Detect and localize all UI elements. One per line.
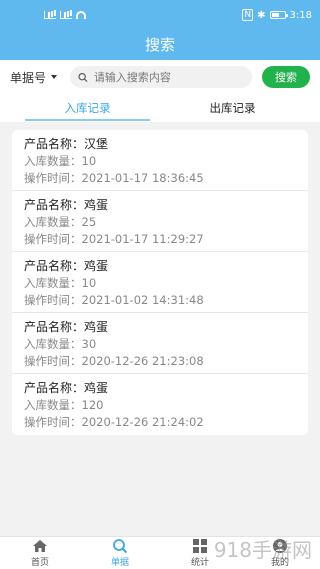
time-label: 操作时间： bbox=[24, 415, 82, 429]
grid-icon bbox=[193, 539, 207, 553]
product-name-line: 产品名称：汉堡 bbox=[24, 136, 296, 153]
time-value: 2021-01-02 14:31:48 bbox=[81, 293, 204, 307]
time-value: 2021-01-17 18:36:45 bbox=[81, 171, 204, 185]
record-list: 产品名称：汉堡 入库数量：10 操作时间：2021-01-17 18:36:45… bbox=[12, 130, 308, 435]
search-box[interactable] bbox=[70, 66, 252, 88]
nav-documents-label: 单据 bbox=[110, 558, 129, 568]
quantity-line: 入库数量：25 bbox=[24, 214, 296, 231]
time-value: 2020-12-26 21:24:02 bbox=[81, 415, 204, 429]
nav-home[interactable]: 首页 bbox=[0, 537, 80, 569]
search-row: 单据号 搜索 bbox=[0, 60, 320, 94]
nav-stats-label: 统计 bbox=[190, 558, 209, 568]
search-input[interactable] bbox=[93, 70, 244, 84]
quantity-label: 入库数量： bbox=[24, 398, 82, 412]
search-icon bbox=[78, 72, 88, 82]
status-bar: N ✱ 3:18 bbox=[0, 0, 320, 30]
time-label: 操作时间： bbox=[24, 293, 82, 307]
search-type-label: 单据号 bbox=[10, 70, 47, 85]
list-item[interactable]: 产品名称：鸡蛋 入库数量：30 操作时间：2020-12-26 21:23:08 bbox=[12, 313, 308, 374]
time-line: 操作时间：2020-12-26 21:23:08 bbox=[24, 353, 296, 370]
product-name-label: 产品名称： bbox=[24, 198, 85, 212]
quantity-line: 入库数量：10 bbox=[24, 275, 296, 292]
product-name-line: 产品名称：鸡蛋 bbox=[24, 319, 296, 336]
product-name-value: 鸡蛋 bbox=[84, 198, 109, 212]
status-time: 3:18 bbox=[289, 9, 312, 21]
quantity-value: 120 bbox=[81, 398, 104, 412]
home-icon bbox=[33, 540, 47, 552]
signal-icon-2 bbox=[60, 11, 72, 19]
nav-documents[interactable]: 单据 bbox=[80, 537, 160, 569]
wifi-icon bbox=[76, 11, 86, 19]
product-name-value: 鸡蛋 bbox=[84, 381, 109, 395]
time-value: 2020-12-26 21:23:08 bbox=[81, 354, 204, 368]
quantity-line: 入库数量：30 bbox=[24, 336, 296, 353]
record-tabs: 入库记录 出库记录 bbox=[0, 94, 320, 122]
signal-icon bbox=[44, 11, 56, 19]
nfc-icon: N bbox=[242, 9, 254, 21]
tab-outbound[interactable]: 出库记录 bbox=[160, 94, 305, 122]
status-left bbox=[44, 11, 86, 19]
product-name-value: 鸡蛋 bbox=[84, 259, 109, 273]
product-name-label: 产品名称： bbox=[24, 259, 85, 273]
quantity-value: 30 bbox=[81, 337, 97, 351]
battery-icon bbox=[269, 11, 288, 19]
time-label: 操作时间： bbox=[24, 354, 82, 368]
quantity-value: 10 bbox=[81, 276, 97, 290]
quantity-label: 入库数量： bbox=[24, 337, 82, 351]
search-icon bbox=[113, 539, 128, 554]
quantity-value: 10 bbox=[81, 154, 97, 168]
time-label: 操作时间： bbox=[24, 171, 82, 185]
quantity-value: 25 bbox=[81, 215, 97, 229]
product-name-line: 产品名称：鸡蛋 bbox=[24, 197, 296, 214]
watermark-text: 918手游网 bbox=[213, 538, 312, 562]
product-name-line: 产品名称：鸡蛋 bbox=[24, 258, 296, 275]
nav-home-label: 首页 bbox=[30, 558, 49, 568]
time-value: 2021-01-17 11:29:27 bbox=[81, 232, 204, 246]
quantity-label: 入库数量： bbox=[24, 154, 82, 168]
search-button[interactable]: 搜索 bbox=[262, 66, 310, 88]
time-line: 操作时间：2021-01-17 11:29:27 bbox=[24, 231, 296, 248]
list-item[interactable]: 产品名称：鸡蛋 入库数量：10 操作时间：2021-01-02 14:31:48 bbox=[12, 252, 308, 313]
quantity-line: 入库数量：10 bbox=[24, 153, 296, 170]
product-name-value: 汉堡 bbox=[84, 137, 109, 151]
product-name-label: 产品名称： bbox=[24, 381, 85, 395]
tab-inbound[interactable]: 入库记录 bbox=[15, 94, 160, 122]
product-name-line: 产品名称：鸡蛋 bbox=[24, 380, 296, 397]
list-item[interactable]: 产品名称：鸡蛋 入库数量：25 操作时间：2021-01-17 11:29:27 bbox=[12, 191, 308, 252]
list-item[interactable]: 产品名称：鸡蛋 入库数量：120 操作时间：2020-12-26 21:24:0… bbox=[12, 374, 308, 435]
list-item[interactable]: 产品名称：汉堡 入库数量：10 操作时间：2021-01-17 18:36:45 bbox=[12, 130, 308, 191]
product-name-label: 产品名称： bbox=[24, 320, 85, 334]
bluetooth-icon: ✱ bbox=[257, 9, 266, 21]
time-line: 操作时间：2020-12-26 21:24:02 bbox=[24, 414, 296, 431]
quantity-label: 入库数量： bbox=[24, 215, 82, 229]
time-line: 操作时间：2021-01-02 14:31:48 bbox=[24, 292, 296, 309]
record-list-wrapper: 产品名称：汉堡 入库数量：10 操作时间：2021-01-17 18:36:45… bbox=[0, 122, 320, 435]
chevron-down-icon bbox=[51, 75, 58, 79]
page-title: 搜索 bbox=[144, 36, 175, 54]
quantity-label: 入库数量： bbox=[24, 276, 82, 290]
status-right: N ✱ 3:18 bbox=[242, 9, 312, 21]
time-line: 操作时间：2021-01-17 18:36:45 bbox=[24, 170, 296, 187]
product-name-label: 产品名称： bbox=[24, 137, 85, 151]
time-label: 操作时间： bbox=[24, 232, 82, 246]
product-name-value: 鸡蛋 bbox=[84, 320, 109, 334]
app-header: N ✱ 3:18 搜索 bbox=[0, 0, 320, 60]
search-type-dropdown[interactable]: 单据号 bbox=[10, 69, 60, 86]
quantity-line: 入库数量：120 bbox=[24, 397, 296, 414]
